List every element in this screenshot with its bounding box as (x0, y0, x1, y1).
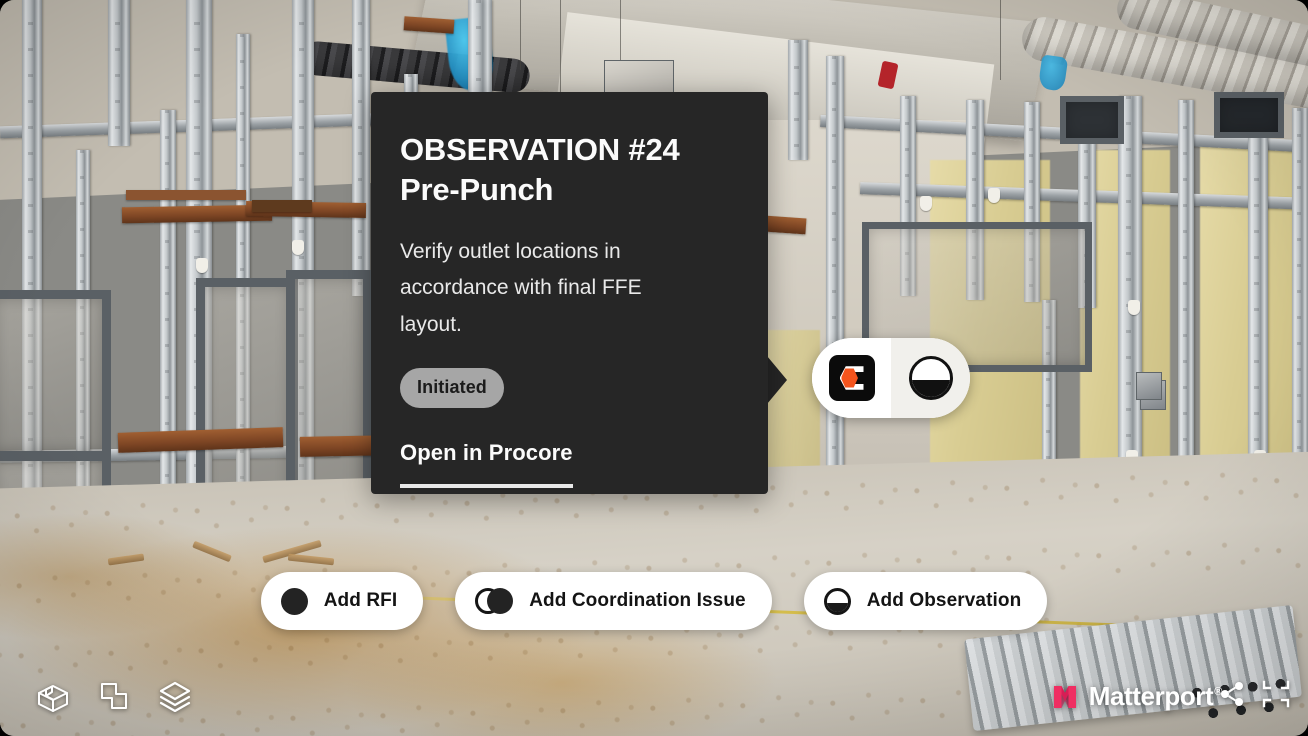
stud-tab (292, 240, 304, 255)
procore-logo-icon (828, 355, 875, 401)
add-coordination-issue-label: Add Coordination Issue (529, 590, 746, 611)
open-in-procore-link[interactable]: Open in Procore (400, 440, 573, 488)
stud-tab (196, 258, 208, 273)
viewer-utility-toolbar (1218, 680, 1290, 708)
window-opening (1214, 92, 1284, 138)
procore-marker-button[interactable] (812, 338, 891, 418)
overlapping-circles-icon (475, 587, 514, 615)
window-frame (0, 290, 111, 460)
card-title: OBSERVATION #24 Pre-Punch (400, 132, 680, 207)
metal-stud (160, 110, 176, 540)
filled-circle-icon (280, 587, 308, 615)
add-observation-label: Add Observation (866, 590, 1022, 611)
dollhouse-view-icon[interactable] (36, 680, 70, 712)
stud-tab (920, 196, 932, 211)
observation-marker-button[interactable] (891, 338, 970, 418)
action-button-bar: Add RFI Add Coordination Issue Add Obser… (0, 572, 1308, 630)
hanger-wire (560, 0, 561, 92)
window-opening (1060, 96, 1124, 144)
wood-blocking (126, 190, 246, 200)
metal-stud (788, 40, 808, 160)
observation-card: OBSERVATION #24 Pre-Punch Verify outlet … (371, 92, 768, 494)
add-rfi-button[interactable]: Add RFI (260, 572, 424, 630)
half-filled-circle-icon (823, 587, 851, 615)
electrical-box (1136, 372, 1162, 400)
hanger-wire (1000, 0, 1001, 80)
card-pointer-tail (767, 356, 787, 404)
add-rfi-label: Add RFI (323, 590, 398, 611)
card-description: Verify outlet locations in accordance wi… (400, 240, 642, 336)
matterport-wordmark: Matterport® (1088, 681, 1223, 711)
share-icon[interactable] (1218, 680, 1246, 708)
stud-tab (988, 188, 1000, 203)
wood-blocking (252, 200, 312, 212)
hanger-wire (620, 0, 621, 60)
layers-icon[interactable] (158, 680, 192, 713)
metal-stud (108, 0, 130, 146)
matterport-logo-icon (1053, 685, 1076, 708)
fullscreen-icon[interactable] (1262, 680, 1290, 708)
stud-tab (1128, 300, 1140, 315)
half-filled-circle-icon (908, 356, 953, 400)
view-mode-toolbar (36, 680, 192, 713)
matterport-3d-viewer[interactable]: OBSERVATION #24 Pre-Punch Verify outlet … (0, 0, 1308, 736)
add-coordination-issue-button[interactable]: Add Coordination Issue (455, 572, 772, 630)
add-observation-button[interactable]: Add Observation (803, 572, 1048, 630)
floorplan-view-icon[interactable] (98, 680, 130, 712)
hanger-wire (520, 0, 521, 70)
marker-icon-pill[interactable] (812, 338, 970, 418)
status-badge: Initiated (400, 367, 504, 408)
matterport-brand: Matterport® (1051, 681, 1222, 712)
metal-stud (352, 0, 370, 296)
